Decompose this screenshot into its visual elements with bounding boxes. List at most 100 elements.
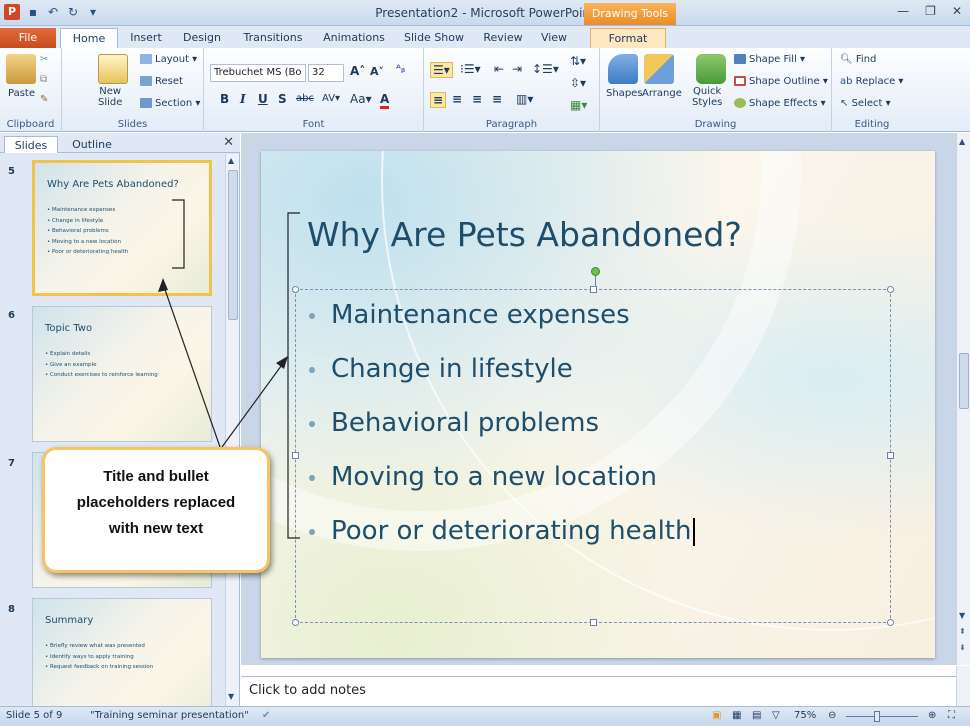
shrink-font-icon[interactable]: A˅ (370, 65, 384, 78)
grow-font-icon[interactable]: A˄ (350, 64, 365, 78)
zoom-slider[interactable] (846, 716, 918, 717)
arrange-icon[interactable] (644, 54, 674, 84)
slide-thumbnail[interactable]: Why Are Pets Abandoned? • Maintenance ex… (32, 160, 212, 296)
slide-canvas[interactable]: Why Are Pets Abandoned? Maintenance expe… (261, 151, 935, 658)
justify-icon[interactable]: ≡ (492, 92, 502, 106)
font-family-select[interactable]: Trebuchet MS (Bo (210, 64, 306, 82)
underline-icon[interactable]: U (258, 92, 268, 106)
bullet-item[interactable]: Behavioral problems (305, 405, 695, 459)
new-slide-button[interactable]: New Slide (98, 86, 122, 108)
smartart-icon[interactable]: ▦▾ (570, 98, 587, 112)
resize-handle[interactable] (292, 452, 299, 459)
tab-slide-show[interactable]: Slide Show (398, 28, 470, 48)
columns-icon[interactable]: ▥▾ (516, 92, 533, 106)
resize-handle[interactable] (887, 286, 894, 293)
next-slide-icon[interactable]: ⇟ (959, 643, 966, 652)
shape-fill-button[interactable]: Shape Fill ▾ (734, 54, 805, 65)
bullets-icon[interactable]: ☰▾ (430, 62, 453, 78)
slide-scrollbar[interactable]: ▲ ▼ ⇞ ⇟ (956, 133, 970, 665)
tab-transitions[interactable]: Transitions (236, 28, 310, 48)
align-text-icon[interactable]: ⇳▾ (570, 76, 586, 90)
line-spacing-icon[interactable]: ↕☰▾ (532, 62, 559, 76)
notes-scrollbar[interactable] (956, 666, 970, 706)
slide-sorter-icon[interactable]: ▦ (732, 710, 741, 721)
bold-icon[interactable]: B (220, 92, 229, 106)
resize-handle[interactable] (590, 286, 597, 293)
change-case-icon[interactable]: Aa▾ (350, 92, 372, 106)
scroll-down-icon[interactable]: ▼ (959, 611, 965, 620)
tab-format[interactable]: Format (590, 28, 666, 48)
tab-home[interactable]: Home (60, 28, 118, 48)
zoom-in-icon[interactable]: ⊕ (928, 710, 936, 721)
font-size-select[interactable]: 32 (308, 64, 344, 82)
scroll-down-icon[interactable]: ▼ (228, 692, 234, 701)
section-button[interactable]: Section ▾ (140, 98, 200, 109)
shape-effects-button[interactable]: Shape Effects ▾ (734, 98, 826, 109)
decrease-indent-icon[interactable]: ⇤ (494, 62, 504, 76)
shapes-button[interactable]: Shapes (606, 88, 643, 99)
resize-handle[interactable] (292, 619, 299, 626)
rotation-handle[interactable] (591, 267, 600, 276)
clear-formatting-icon[interactable]: ᴬᵦ (396, 64, 405, 75)
tab-file[interactable]: File (0, 28, 56, 48)
close-icon[interactable]: ✕ (952, 4, 962, 18)
pane-scrollbar[interactable]: ▲ ▼ (225, 154, 239, 706)
align-center-icon[interactable]: ≡ (452, 92, 462, 106)
minimize-icon[interactable]: — (897, 4, 909, 18)
strikethrough-icon[interactable]: abc (296, 93, 314, 104)
numbering-icon[interactable]: ⁝☰▾ (460, 62, 481, 76)
paste-button[interactable]: Paste (8, 88, 35, 99)
new-slide-icon[interactable] (98, 54, 128, 84)
restore-icon[interactable]: ❐ (925, 4, 936, 18)
copy-icon[interactable]: ⧉ (40, 74, 47, 85)
bullet-item[interactable]: Maintenance expenses (305, 297, 695, 351)
bullet-item[interactable]: Change in lifestyle (305, 351, 695, 405)
tab-outline[interactable]: Outline (62, 136, 122, 153)
align-right-icon[interactable]: ≡ (472, 92, 482, 106)
increase-indent-icon[interactable]: ⇥ (512, 62, 522, 76)
zoom-level[interactable]: 75% (794, 710, 816, 721)
scroll-up-icon[interactable]: ▲ (959, 137, 965, 146)
select-button[interactable]: ↖ Select ▾ (840, 98, 891, 109)
slide-title[interactable]: Why Are Pets Abandoned? (307, 215, 742, 254)
tab-view[interactable]: View (534, 28, 574, 48)
font-color-icon[interactable]: A (380, 92, 390, 109)
paste-icon[interactable] (6, 54, 36, 84)
slide-scroll-thumb[interactable] (959, 353, 969, 409)
text-direction-icon[interactable]: ⇅▾ (570, 54, 586, 68)
align-left-icon[interactable]: ≡ (430, 92, 447, 108)
char-spacing-icon[interactable]: AV▾ (322, 93, 340, 104)
notes-placeholder[interactable]: Click to add notes (249, 683, 366, 698)
arrange-button[interactable]: Arrange (642, 88, 682, 99)
find-button[interactable]: 🔍︎ Find (840, 54, 876, 65)
shape-outline-button[interactable]: Shape Outline ▾ (734, 76, 828, 87)
tab-animations[interactable]: Animations (318, 28, 390, 48)
resize-handle[interactable] (887, 452, 894, 459)
previous-slide-icon[interactable]: ⇞ (959, 627, 966, 636)
resize-handle[interactable] (292, 286, 299, 293)
reset-button[interactable]: Reset (140, 76, 183, 87)
normal-view-icon[interactable]: ▣ (712, 710, 721, 721)
tab-insert[interactable]: Insert (122, 28, 170, 48)
shadow-icon[interactable]: S (278, 92, 287, 106)
resize-handle[interactable] (887, 619, 894, 626)
tab-design[interactable]: Design (176, 28, 228, 48)
close-pane-icon[interactable]: ✕ (223, 135, 234, 150)
scroll-up-icon[interactable]: ▲ (228, 156, 234, 165)
slide-show-icon[interactable]: ▽ (772, 710, 780, 721)
pane-scroll-thumb[interactable] (228, 170, 238, 320)
spelling-check-icon[interactable]: ✔ (262, 710, 270, 721)
slide-thumbnail[interactable]: Summary • Briefly review what was presen… (32, 598, 212, 706)
notes-pane[interactable]: Click to add notes (241, 676, 956, 706)
replace-button[interactable]: ab Replace ▾ (840, 76, 903, 87)
layout-button[interactable]: Layout ▾ (140, 54, 197, 65)
zoom-slider-thumb[interactable] (874, 711, 880, 722)
format-painter-icon[interactable]: ✎ (40, 94, 48, 105)
quick-styles-button[interactable]: Quick Styles (692, 86, 722, 108)
bullet-item[interactable]: Poor or deteriorating health (305, 513, 696, 567)
shapes-icon[interactable] (608, 54, 638, 84)
tab-review[interactable]: Review (478, 28, 528, 48)
quick-styles-icon[interactable] (696, 54, 726, 84)
bullet-item[interactable]: Moving to a new location (305, 459, 695, 513)
fit-to-window-icon[interactable]: ⛶ (948, 710, 955, 721)
